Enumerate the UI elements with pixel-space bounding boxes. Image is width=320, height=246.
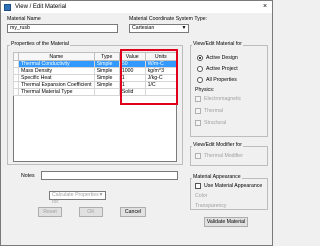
property-name: Specific Heat	[18, 74, 95, 82]
color-label: Color	[195, 193, 208, 199]
window-title: View / Edit Material	[15, 4, 67, 10]
title-bar: View / Edit Material ×	[1, 1, 272, 13]
radio-label: Active Design	[206, 55, 238, 61]
material-dialog: View / Edit Material × Material Name my_…	[0, 0, 273, 246]
radio-all-properties[interactable]: All Properties	[197, 77, 237, 83]
radio-label: All Properties	[206, 77, 237, 83]
app-icon	[4, 3, 11, 11]
material-name-label: Material Name	[7, 16, 41, 22]
physics-thermal[interactable]: Thermal	[195, 108, 223, 114]
notes-input[interactable]	[41, 171, 178, 180]
property-name: Thermal Expansion Coefficient	[18, 81, 95, 89]
property-type[interactable]: Simple	[93, 67, 120, 75]
calculate-properties-select[interactable]: Calculate Properties for: ▼	[49, 191, 106, 205]
radio-icon	[197, 66, 203, 72]
radio-active-project[interactable]: Active Project	[197, 66, 238, 72]
checkbox-icon	[195, 108, 201, 114]
properties-group-title: Properties of the Material	[10, 41, 70, 47]
thermal-modifier-checkbox[interactable]: Thermal Modifier	[195, 153, 243, 159]
property-type[interactable]: Simple	[93, 60, 120, 68]
use-material-appearance-checkbox[interactable]: Use Material Appearance	[195, 183, 262, 189]
view-edit-modifier-title: View/Edit Modifier for	[192, 142, 243, 148]
validate-material-button[interactable]: Validate Material	[204, 217, 248, 227]
chevron-down-icon: ▼	[98, 192, 104, 198]
checkbox-label: Thermal	[204, 108, 224, 114]
physics-electromagnetic[interactable]: Electromagnetic	[195, 96, 241, 102]
radio-icon	[197, 77, 203, 83]
property-name: Thermal Material Type	[18, 88, 95, 96]
ok-button[interactable]: OK	[79, 207, 103, 217]
notes-label: Notes	[21, 173, 35, 179]
view-edit-for-title: View/Edit Material for	[192, 41, 243, 47]
checkbox-label: Thermal Modifier	[204, 153, 243, 159]
property-name: Mass Density	[18, 67, 95, 75]
material-appearance-title: Material Appearance	[192, 174, 242, 180]
reset-button[interactable]: Reset	[38, 207, 62, 217]
chevron-down-icon: ▼	[181, 25, 187, 31]
close-icon[interactable]: ×	[261, 3, 269, 11]
transparency-label: Transparency	[195, 203, 227, 209]
cancel-button[interactable]: Cancel	[120, 207, 146, 217]
property-name: Thermal Conductivity	[18, 60, 95, 68]
col-header-name[interactable]: Name	[18, 52, 95, 61]
coord-system-select[interactable]: Cartesian ▼	[129, 24, 189, 33]
col-header-type[interactable]: Type	[93, 52, 120, 61]
checkbox-icon	[195, 96, 201, 102]
checkbox-label: Structural	[204, 120, 227, 126]
coord-system-value: Cartesian	[132, 25, 155, 31]
property-type[interactable]: Simple	[93, 74, 120, 82]
calculate-properties-value: Calculate Properties for:	[52, 192, 99, 205]
checkbox-icon	[195, 120, 201, 126]
property-type[interactable]: Simple	[93, 81, 120, 89]
value-units-highlight	[120, 49, 178, 105]
radio-selected-icon	[197, 55, 203, 61]
radio-active-design[interactable]: Active Design	[197, 55, 238, 61]
checkbox-label: Use Material Appearance	[204, 183, 263, 189]
radio-label: Active Project	[206, 66, 238, 72]
physics-label: Physics:	[195, 87, 215, 93]
checkbox-label: Electromagnetic	[204, 96, 242, 102]
property-type[interactable]	[93, 88, 120, 96]
checkbox-icon	[195, 183, 201, 189]
coord-system-label: Material Coordinate System Type:	[129, 16, 208, 22]
material-name-input[interactable]: my_rusb	[7, 24, 118, 33]
checkbox-icon	[195, 153, 201, 159]
physics-structural[interactable]: Structural	[195, 120, 226, 126]
